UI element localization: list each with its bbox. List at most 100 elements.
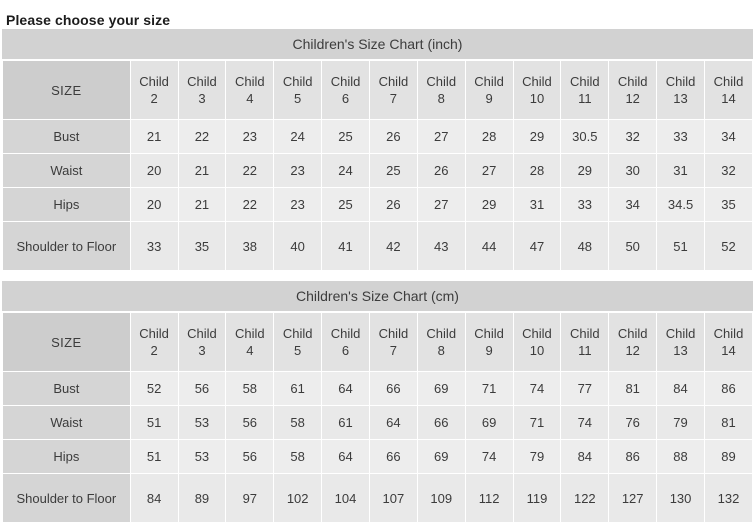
column-prefix: Child (522, 326, 552, 341)
cell: 21 (177, 187, 227, 222)
cell: 56 (225, 439, 275, 474)
column-number: 6 (341, 91, 350, 106)
column-number: 2 (150, 343, 158, 358)
column-header-child-4: Child 4 (225, 60, 275, 120)
column-prefix: Child (282, 326, 313, 341)
table-row: Bust 52 56 58 61 64 66 69 71 74 77 81 84… (2, 371, 754, 406)
column-prefix: Child (426, 74, 457, 89)
cell: 27 (416, 187, 466, 222)
table-header-row: SIZE Child 2 Child 3 Child 4 Child 5 Chi… (2, 312, 754, 372)
cell: 102 (273, 473, 323, 523)
cell: 25 (321, 187, 370, 222)
cell: 81 (703, 405, 754, 440)
column-header-child-3: Child 3 (177, 312, 227, 372)
column-prefix: Child (378, 326, 409, 341)
column-prefix: Child (330, 326, 361, 341)
cell: 71 (464, 371, 514, 406)
row-label-hips: Hips (2, 187, 131, 222)
chart-title-inch: Children's Size Chart (inch) (2, 29, 753, 60)
column-prefix: Child (139, 74, 169, 89)
cell: 69 (416, 439, 466, 474)
cell: 22 (225, 187, 275, 222)
cell: 33 (656, 119, 705, 154)
cell: 24 (321, 153, 370, 188)
cell: 48 (560, 221, 610, 271)
column-header-child-5: Child 5 (273, 60, 323, 120)
cell: 84 (129, 473, 179, 523)
cell: 88 (656, 439, 705, 474)
cell: 27 (464, 153, 514, 188)
column-header-child-14: Child 14 (703, 60, 754, 120)
column-header-child-12: Child 12 (608, 60, 658, 120)
column-header-child-6: Child 6 (321, 60, 370, 120)
cell: 61 (273, 371, 323, 406)
cell: 27 (416, 119, 466, 154)
column-number: 7 (389, 91, 397, 106)
column-number: 3 (198, 343, 206, 358)
cell: 97 (225, 473, 275, 523)
column-prefix: Child (617, 74, 648, 89)
column-header-child-12: Child 12 (608, 312, 658, 372)
cell: 109 (416, 473, 466, 523)
cell: 23 (225, 119, 275, 154)
cell: 25 (368, 153, 418, 188)
column-header-child-10: Child 10 (512, 312, 562, 372)
column-number: 8 (437, 91, 445, 106)
table-row: Waist 20 21 22 23 24 25 26 27 28 29 30 3… (2, 153, 754, 188)
cell: 34 (608, 187, 658, 222)
column-number: 10 (529, 91, 545, 106)
column-header-child-7: Child 7 (368, 312, 418, 372)
cell: 26 (368, 119, 418, 154)
column-header-child-6: Child 6 (321, 312, 370, 372)
table-row: Shoulder to Floor 84 89 97 102 104 107 1… (2, 473, 754, 523)
column-header-child-9: Child 9 (464, 60, 514, 120)
column-header-child-13: Child 13 (656, 312, 705, 372)
cell: 86 (608, 439, 658, 474)
cell: 28 (512, 153, 562, 188)
cell: 51 (129, 439, 179, 474)
column-prefix: Child (617, 326, 648, 341)
row-label-shoulder-to-floor: Shoulder to Floor (2, 473, 131, 523)
column-number: 12 (625, 91, 640, 106)
cell: 44 (464, 221, 514, 271)
cell: 58 (273, 405, 323, 440)
column-number: 8 (437, 343, 445, 358)
column-header-child-7: Child 7 (368, 60, 418, 120)
column-prefix: Child (330, 74, 361, 89)
column-header-child-5: Child 5 (273, 312, 323, 372)
cell: 43 (416, 221, 466, 271)
column-header-child-13: Child 13 (656, 60, 705, 120)
cell: 47 (512, 221, 562, 271)
cell: 22 (177, 119, 227, 154)
cell: 56 (225, 405, 275, 440)
cell: 79 (512, 439, 562, 474)
cell: 104 (321, 473, 370, 523)
cell: 23 (273, 153, 323, 188)
cell: 69 (416, 371, 466, 406)
cell: 31 (656, 153, 705, 188)
column-prefix: Child (378, 74, 409, 89)
cell: 53 (177, 405, 227, 440)
cell: 20 (129, 187, 179, 222)
column-prefix: Child (234, 326, 265, 341)
cell: 81 (608, 371, 658, 406)
cell: 89 (703, 439, 754, 474)
column-header-child-8: Child 8 (416, 60, 466, 120)
row-label-line-2: Floor (86, 238, 117, 254)
cell: 66 (416, 405, 466, 440)
cell: 24 (273, 119, 323, 154)
cell: 74 (512, 371, 562, 406)
column-number: 14 (721, 343, 736, 358)
row-label-shoulder-to-floor: Shoulder to Floor (2, 221, 131, 271)
column-number: 12 (625, 343, 640, 358)
cell: 64 (321, 439, 370, 474)
column-prefix: Child (570, 326, 600, 341)
row-label-line-2: Floor (86, 490, 117, 506)
cell: 112 (464, 473, 514, 523)
cell: 86 (703, 371, 754, 406)
cell: 20 (129, 153, 179, 188)
cell: 122 (560, 473, 610, 523)
cell: 25 (321, 119, 370, 154)
cell: 132 (703, 473, 754, 523)
cell: 51 (129, 405, 179, 440)
